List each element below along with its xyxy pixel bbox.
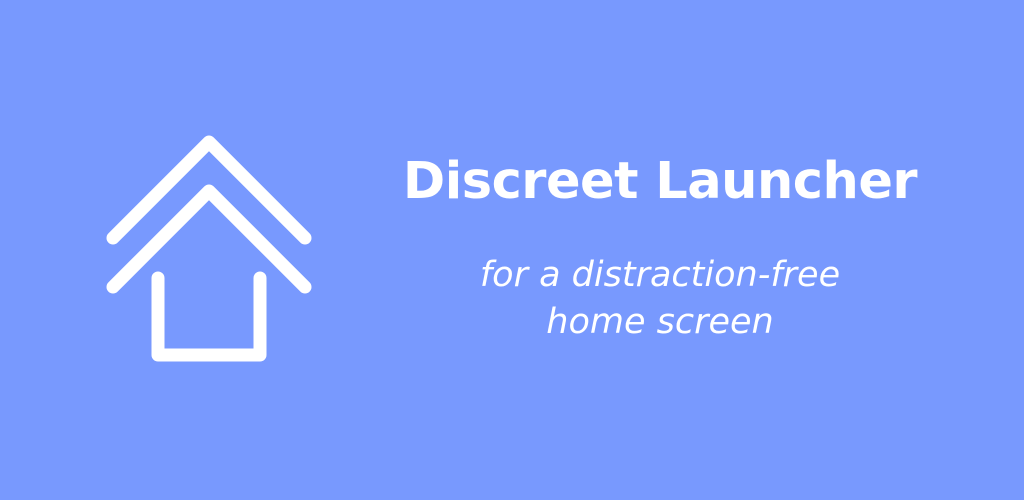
- tagline-line-2: home screen: [546, 302, 774, 342]
- tagline-line-1: for a distraction-free: [479, 255, 841, 295]
- app-title: Discreet Launcher: [402, 152, 918, 211]
- feature-banner: Discreet Launcher for a distraction-free…: [0, 0, 1024, 500]
- tagline: for a distraction-free home screen: [340, 252, 980, 346]
- home-outline-icon: [100, 128, 320, 373]
